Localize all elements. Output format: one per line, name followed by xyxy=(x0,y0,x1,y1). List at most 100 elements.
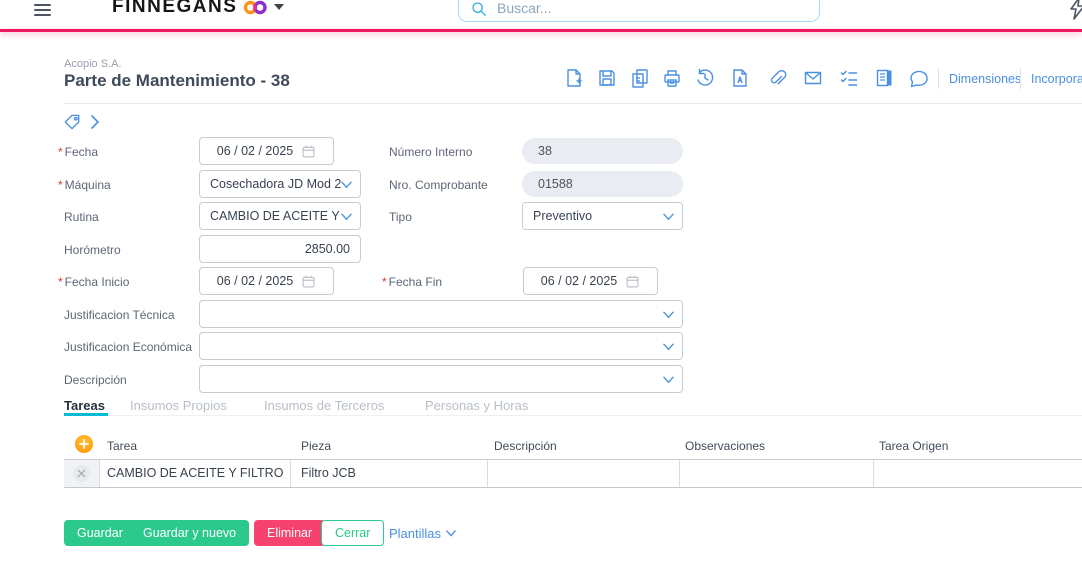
guardar-button[interactable]: Guardar xyxy=(64,520,136,546)
cell-divider xyxy=(99,460,100,487)
fecha-label: * Fecha xyxy=(58,145,99,159)
export-document-button[interactable] xyxy=(729,68,751,90)
global-search xyxy=(458,0,820,22)
descripcion-select[interactable] xyxy=(199,365,683,393)
search-input[interactable] xyxy=(495,0,809,17)
chevron-down-icon xyxy=(663,376,674,384)
column-header-pieza: Pieza xyxy=(301,439,332,453)
expand-section-button[interactable] xyxy=(85,113,105,133)
brand-menu[interactable]: FINNEGANS xyxy=(112,0,285,18)
copy-button[interactable] xyxy=(629,68,651,90)
attachments-button[interactable] xyxy=(766,68,788,90)
export-document-icon xyxy=(733,69,747,87)
print-button[interactable] xyxy=(661,68,683,90)
save-icon xyxy=(599,70,615,86)
tab-insumos-de-terceros[interactable]: Insumos de Terceros xyxy=(264,398,384,413)
table-header-border xyxy=(64,459,1082,460)
fecha-inicio-label: * Fecha Inicio xyxy=(58,275,130,289)
fecha-fin-input[interactable]: 06 / 02 / 2025 xyxy=(523,267,658,295)
chevron-down-icon xyxy=(341,181,352,189)
send-email-button[interactable] xyxy=(802,68,824,90)
nro-comprobante-label: Nro. Comprobante xyxy=(389,178,488,192)
rutina-label: Rutina xyxy=(64,210,99,224)
maquina-select[interactable]: Cosechadora JD Mod 2 xyxy=(199,170,361,198)
checklist-icon xyxy=(840,70,858,86)
tag-icon xyxy=(64,114,79,130)
table-row-border xyxy=(64,487,1082,488)
descripcion-label: Descripción xyxy=(64,373,127,387)
tab-insumos-propios[interactable]: Insumos Propios xyxy=(130,398,227,413)
chevron-down-icon xyxy=(446,529,456,537)
new-document-icon xyxy=(567,69,582,87)
checklist-button[interactable] xyxy=(838,68,860,90)
rutina-select[interactable]: CAMBIO DE ACEITE Y xyxy=(199,202,361,230)
envelope-icon xyxy=(804,71,822,85)
fecha-inicio-input[interactable]: 06 / 02 / 2025 xyxy=(199,267,334,295)
company-name: Acopio S.A. xyxy=(64,58,122,70)
brand-caret-icon xyxy=(274,4,285,10)
cerrar-button[interactable]: Cerrar xyxy=(321,520,385,546)
comments-button[interactable] xyxy=(908,68,930,90)
cell-divider xyxy=(290,460,291,487)
tabs-baseline xyxy=(64,415,1082,416)
header-divider xyxy=(64,103,1082,104)
eliminar-button[interactable]: Eliminar xyxy=(254,520,326,546)
header-separator xyxy=(938,69,939,89)
chevron-down-icon xyxy=(341,213,352,221)
accent-divider xyxy=(0,29,1082,32)
copy-icon xyxy=(632,69,648,88)
tipo-label: Tipo xyxy=(389,210,412,224)
fecha-input[interactable]: 06 / 02 / 2025 xyxy=(199,137,334,165)
guardar-y-nuevo-button[interactable]: Guardar y nuevo xyxy=(130,520,250,546)
justificacion-tecnica-select[interactable] xyxy=(199,300,683,328)
delete-row-button[interactable] xyxy=(73,465,90,482)
x-icon xyxy=(77,469,86,478)
active-tab-underline xyxy=(64,413,108,416)
new-document-button[interactable] xyxy=(563,68,585,90)
calendar-icon[interactable] xyxy=(625,274,640,289)
search-icon xyxy=(472,2,486,16)
chevron-down-icon xyxy=(663,311,674,319)
app-window: FINNEGANS Acopio S.A. Parte de Mantenimi… xyxy=(0,0,1082,566)
numero-interno-label: Número Interno xyxy=(389,145,473,159)
fecha-fin-label: * Fecha Fin xyxy=(382,275,443,289)
print-icon xyxy=(664,70,680,87)
chevron-down-icon xyxy=(663,343,674,351)
add-row-button[interactable] xyxy=(75,435,93,453)
justificacion-economica-select[interactable] xyxy=(199,332,683,360)
dimensiones-link[interactable]: Dimensiones xyxy=(949,72,1021,86)
infinity-logo-icon xyxy=(244,0,268,14)
save-button[interactable] xyxy=(596,68,618,90)
tab-personas-y-horas[interactable]: Personas y Horas xyxy=(425,398,528,413)
history-button[interactable] xyxy=(694,68,716,90)
menu-button[interactable] xyxy=(34,1,54,19)
brand-name: FINNEGANS xyxy=(112,0,238,17)
cell-divider xyxy=(679,460,680,487)
page-title: Parte de Mantenimiento - 38 xyxy=(64,71,290,90)
horometro-label: Horómetro xyxy=(64,243,121,257)
column-header-tarea: Tarea xyxy=(107,439,138,453)
column-header-observaciones: Observaciones xyxy=(685,439,766,453)
related-documents-button[interactable] xyxy=(873,68,895,90)
calendar-icon[interactable] xyxy=(301,274,316,289)
column-header-tarea-origen: Tarea Origen xyxy=(879,439,949,453)
calendar-icon[interactable] xyxy=(301,144,316,159)
tags-button[interactable] xyxy=(62,113,82,133)
justificacion-tecnica-label: Justificacion Técnica xyxy=(64,308,175,322)
incorporar-link[interactable]: Incorporar e xyxy=(1031,72,1082,86)
header-separator xyxy=(1020,69,1021,89)
numero-interno-field: 38 xyxy=(522,138,683,164)
plus-icon xyxy=(79,439,89,449)
lightning-icon[interactable] xyxy=(1066,0,1082,21)
maquina-label: * Máquina xyxy=(58,178,111,192)
horometro-input[interactable]: 2850.00 xyxy=(199,235,361,263)
top-bar: FINNEGANS xyxy=(0,0,1082,30)
nro-comprobante-field: 01588 xyxy=(522,171,683,197)
tab-tareas[interactable]: Tareas xyxy=(64,398,105,413)
cell-divider xyxy=(873,460,874,487)
column-header-descripcion: Descripción xyxy=(494,439,557,453)
tipo-select[interactable]: Preventivo xyxy=(522,202,683,230)
plantillas-button[interactable]: Plantillas xyxy=(385,520,460,546)
cell-tarea[interactable]: CAMBIO DE ACEITE Y FILTRO xyxy=(107,466,283,480)
cell-pieza[interactable]: Filtro JCB xyxy=(301,466,356,480)
